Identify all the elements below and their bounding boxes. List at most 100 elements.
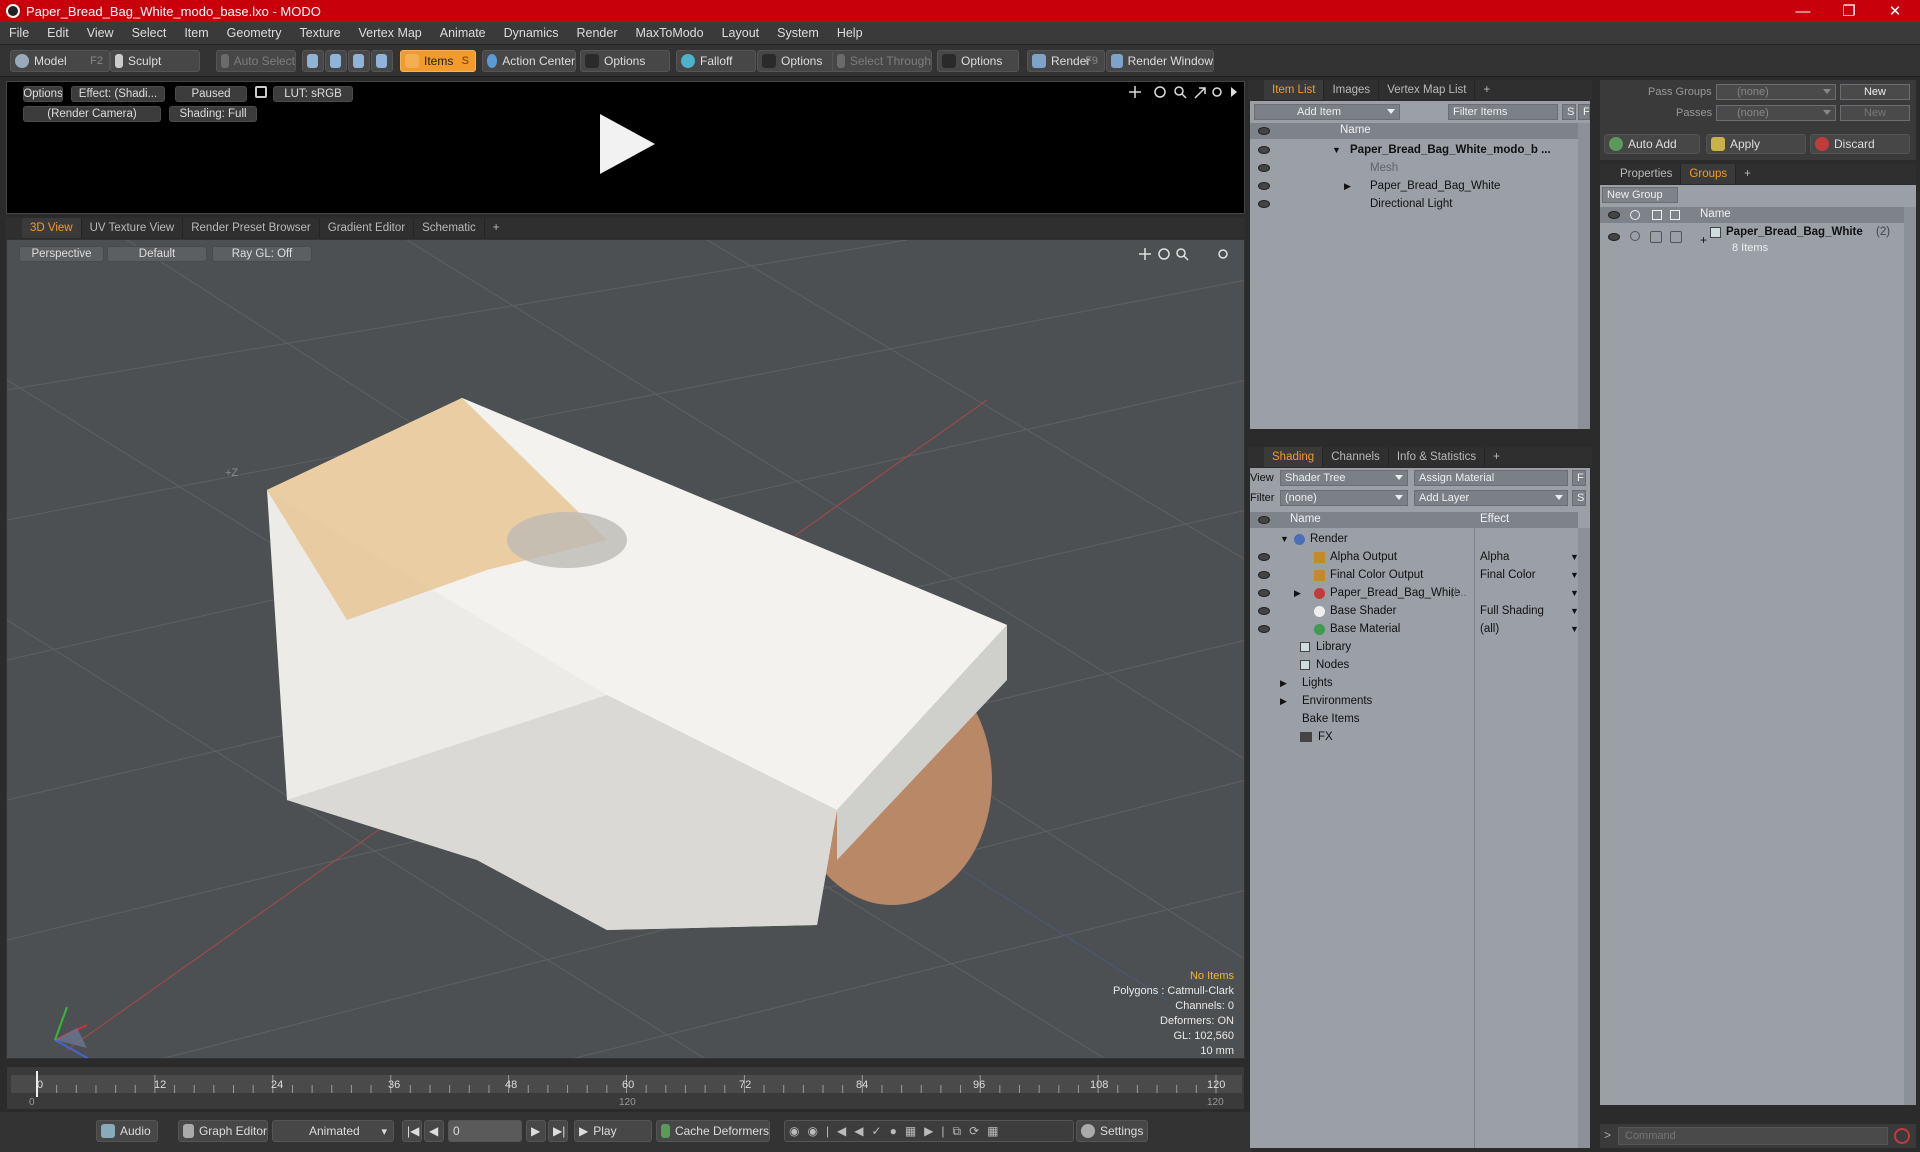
play-icon[interactable] (590, 109, 660, 179)
render-toggle-icon[interactable] (1630, 231, 1640, 241)
key-tools-strip[interactable]: ◉◉|◀◀✓●▦▶|⧉⟳▦ (784, 1120, 1074, 1142)
tab-render-preset-browser[interactable]: Render Preset Browser (183, 218, 320, 238)
apply-button[interactable]: Apply (1706, 134, 1806, 154)
menu-animate[interactable]: Animate (431, 26, 495, 40)
falloff-button[interactable]: Falloff (676, 50, 756, 72)
item-row-scene[interactable]: ▼ Paper_Bread_Bag_White_modo_b ... (1250, 141, 1578, 159)
eye-icon[interactable] (1258, 182, 1270, 190)
search-s-button[interactable]: S (1562, 104, 1576, 120)
sculpt-mode-button[interactable]: Sculpt (110, 50, 200, 72)
menu-edit[interactable]: Edit (38, 26, 78, 40)
render-button[interactable]: Render F9 (1027, 50, 1105, 72)
auto-select-button[interactable]: Auto Select (216, 50, 296, 72)
add-tab-button[interactable]: + (1736, 164, 1759, 184)
shader-row-alpha-output[interactable]: Alpha Output Alpha ▼ (1250, 548, 1579, 566)
groups-scrollbar[interactable] (1904, 207, 1916, 1105)
expand-arrow-icon[interactable]: ▶ (1280, 696, 1287, 707)
shader-tree-scrollbar[interactable] (1578, 528, 1590, 1148)
item-list-scrollbar[interactable] (1578, 123, 1590, 429)
menu-vertex-map[interactable]: Vertex Map (350, 26, 431, 40)
command-input[interactable] (1618, 1127, 1888, 1145)
tab-schematic[interactable]: Schematic (414, 218, 485, 238)
graph-editor-button[interactable]: Graph Editor (178, 1120, 268, 1142)
shading-s-button[interactable]: S (1572, 490, 1586, 506)
effect-dropdown[interactable]: Effect: (Shadi... (71, 86, 165, 102)
shader-row-environments[interactable]: ▶ Environments (1250, 692, 1578, 710)
tab-shading[interactable]: Shading (1264, 447, 1324, 467)
play-button[interactable]: ▶ Play (574, 1120, 652, 1142)
tab-images[interactable]: Images (1324, 80, 1380, 100)
menu-select[interactable]: Select (123, 26, 176, 40)
model-mode-button[interactable]: Model F2 (10, 50, 110, 72)
item-row-mesh[interactable]: Mesh (1250, 159, 1578, 177)
eye-icon[interactable] (1258, 625, 1270, 633)
animation-mode-dropdown[interactable]: Animated ▾ (272, 1120, 394, 1142)
frame-input[interactable]: 0 (448, 1120, 522, 1142)
select-through-button[interactable]: Select Through (832, 50, 932, 72)
group-row[interactable]: + Paper_Bread_Bag_White (2) 8 Items (1600, 225, 1904, 259)
tab-item-list[interactable]: Item List (1264, 80, 1325, 100)
shader-row-render[interactable]: ▼ Render (1250, 530, 1578, 548)
shader-row-lights[interactable]: ▶ Lights (1250, 674, 1578, 692)
expand-arrow-icon[interactable]: ▼ (1332, 145, 1341, 155)
new-pass-button[interactable]: New (1840, 105, 1910, 121)
go-to-end-button[interactable]: ▶| (548, 1120, 568, 1142)
shader-row-bake-items[interactable]: Bake Items (1250, 710, 1578, 728)
paused-button[interactable]: Paused (175, 86, 247, 102)
eye-icon[interactable] (1258, 607, 1270, 615)
filter-dropdown[interactable]: (none) (1280, 490, 1408, 506)
close-button[interactable]: ✕ (1872, 0, 1918, 22)
action-center-options-button[interactable]: Options (580, 50, 670, 72)
shader-row-base-material[interactable]: Base Material (all) ▼ (1250, 620, 1579, 638)
filter-f-button[interactable]: F (1578, 104, 1590, 120)
filter-items-input[interactable]: Filter Items (1448, 104, 1558, 120)
minimize-button[interactable]: — (1780, 0, 1826, 22)
shader-row-material-group[interactable]: ▶ Paper_Bread_Bag_White (I... ▼ (1250, 584, 1579, 602)
tab-gradient-editor[interactable]: Gradient Editor (320, 218, 415, 238)
vertices-mode-button[interactable] (302, 50, 324, 72)
shader-row-nodes[interactable]: Nodes (1250, 656, 1578, 674)
tab-groups[interactable]: Groups (1681, 164, 1737, 184)
action-center-button[interactable]: Action Center (482, 50, 576, 72)
tab-properties[interactable]: Properties (1612, 164, 1682, 184)
auto-add-button[interactable]: Auto Add (1604, 134, 1700, 154)
passes-dropdown[interactable]: (none) (1716, 105, 1836, 121)
menu-file[interactable]: File (0, 26, 38, 40)
tab-channels[interactable]: Channels (1323, 447, 1389, 467)
add-tab-button[interactable]: + (1485, 447, 1508, 467)
lut-dropdown[interactable]: LUT: sRGB (273, 86, 353, 102)
item-row-group[interactable]: ▶ Paper_Bread_Bag_White (1250, 177, 1578, 195)
maximize-button[interactable]: ❐ (1826, 0, 1872, 22)
menu-item[interactable]: Item (175, 26, 217, 40)
new-pass-group-button[interactable]: New (1840, 84, 1910, 100)
eye-icon[interactable] (1258, 200, 1270, 208)
expand-arrow-icon[interactable]: ▶ (1294, 588, 1301, 599)
edges-mode-button[interactable] (325, 50, 347, 72)
viewport-3d[interactable]: +Z Perspective Default Ray GL: Off No It… (6, 239, 1245, 1059)
eye-icon[interactable] (1258, 164, 1270, 172)
expand-arrow-icon[interactable]: ▶ (1344, 181, 1351, 192)
menu-geometry[interactable]: Geometry (218, 26, 291, 40)
select-through-options-button[interactable]: Options (937, 50, 1019, 72)
menu-layout[interactable]: Layout (713, 26, 769, 40)
menu-dynamics[interactable]: Dynamics (495, 26, 568, 40)
tab-vertex-map-list[interactable]: Vertex Map List (1379, 80, 1476, 100)
shading-dropdown[interactable]: Shading: Full (169, 106, 257, 122)
style-dropdown[interactable]: Default (107, 246, 207, 262)
eye-icon[interactable] (1608, 233, 1620, 241)
previous-key-button[interactable]: ◀ (424, 1120, 444, 1142)
items-mode-button[interactable]: Items S (400, 50, 476, 72)
raygl-dropdown[interactable]: Ray GL: Off (212, 246, 312, 262)
next-frame-button[interactable]: ▶ (526, 1120, 546, 1142)
menu-system[interactable]: System (768, 26, 828, 40)
add-layer-dropdown[interactable]: Add Layer (1414, 490, 1568, 506)
expand-plus-icon[interactable]: + (1700, 233, 1707, 247)
eye-icon[interactable] (1258, 589, 1270, 597)
menu-view[interactable]: View (78, 26, 123, 40)
audio-button[interactable]: Audio (96, 1120, 158, 1142)
shader-row-fx[interactable]: FX (1250, 728, 1578, 746)
menu-texture[interactable]: Texture (291, 26, 350, 40)
eye-icon[interactable] (1258, 553, 1270, 561)
cache-deformers-button[interactable]: Cache Deformers (656, 1120, 770, 1142)
expand-arrow-icon[interactable]: ▼ (1280, 534, 1289, 544)
